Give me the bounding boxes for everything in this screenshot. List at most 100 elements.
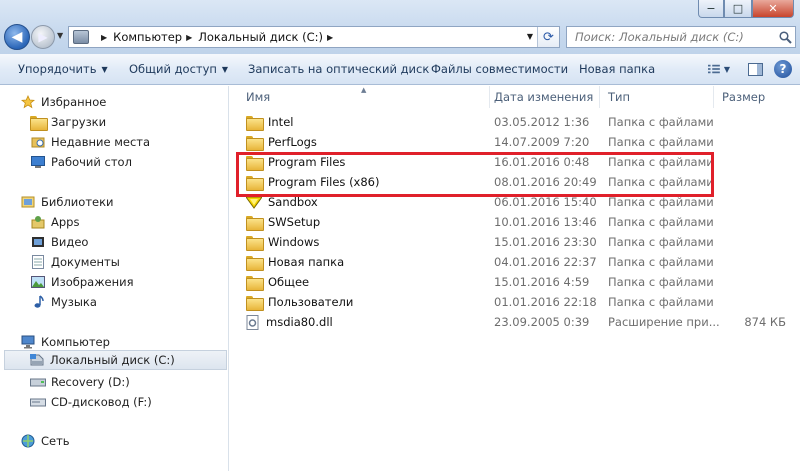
preview-pane-button[interactable]	[744, 58, 766, 80]
file-size	[722, 232, 786, 252]
share-button[interactable]: Общий доступ ▼	[129, 54, 228, 84]
file-date: 14.07.2009 7:20	[494, 135, 590, 149]
chevron-down-icon: ▼	[723, 64, 730, 74]
breadcrumb-computer[interactable]: Компьютер	[113, 30, 182, 44]
search-input[interactable]: Поиск: Локальный диск (C:)	[575, 30, 775, 44]
file-row[interactable]: PerfLogs 14.07.2009 7:20 Папка с файлами	[230, 132, 800, 152]
folder-icon	[246, 295, 264, 311]
file-row[interactable]: Общее 15.01.2016 4:59 Папка с файлами	[230, 272, 800, 292]
file-type: Папка с файлами	[608, 135, 714, 149]
dll-file-icon	[246, 314, 259, 330]
file-type: Папка с файлами	[608, 235, 714, 249]
minimize-button[interactable]: −	[698, 0, 724, 18]
folder-icon	[246, 135, 264, 151]
computer-icon	[20, 334, 36, 350]
file-name-cell: PerfLogs	[246, 132, 317, 152]
nav-desktop[interactable]: Рабочий стол	[30, 152, 132, 172]
nav-libraries[interactable]: Библиотеки	[20, 192, 114, 212]
local-disk-icon	[29, 352, 45, 368]
nav-recent-places[interactable]: Недавние места	[30, 132, 150, 152]
view-options-button[interactable]: ▼	[708, 58, 730, 80]
nav-computer[interactable]: Компьютер	[20, 332, 110, 352]
file-name: Общее	[268, 275, 310, 289]
burn-button[interactable]: Записать на оптический диск	[248, 54, 429, 84]
recent-pages-dropdown[interactable]: ▼	[57, 31, 63, 40]
nav-network[interactable]: Сеть	[20, 431, 70, 451]
nav-music-label: Музыка	[51, 295, 97, 309]
file-name: Пользователи	[268, 295, 354, 309]
nav-documents[interactable]: Документы	[30, 252, 120, 272]
folder-icon	[246, 215, 264, 231]
back-button[interactable]: ◀	[4, 24, 30, 50]
nav-apps-label: Apps	[51, 215, 80, 229]
file-name: Новая папка	[268, 255, 345, 269]
folder-icon	[246, 115, 264, 131]
file-name-cell: Новая папка	[246, 252, 344, 272]
drive-icon	[30, 374, 46, 390]
chevron-right-icon[interactable]: ▶	[327, 33, 333, 42]
star-icon	[20, 94, 36, 110]
file-size	[722, 172, 786, 192]
help-button[interactable]: ?	[772, 58, 794, 80]
video-icon	[30, 234, 46, 250]
chevron-right-icon[interactable]: ▶	[101, 33, 107, 42]
folder-icon	[246, 275, 264, 291]
search-icon[interactable]	[775, 30, 795, 44]
column-header-type[interactable]: Тип	[600, 86, 714, 108]
nav-local-disk[interactable]: Локальный диск (C:)	[4, 350, 227, 370]
nav-music[interactable]: Музыка	[30, 292, 97, 312]
nav-favorites[interactable]: Избранное	[20, 92, 106, 112]
chevron-down-icon: ▼	[101, 64, 108, 74]
file-name: PerfLogs	[268, 135, 317, 149]
file-row[interactable]: Новая папка 04.01.2016 22:37 Папка с файла…	[230, 252, 800, 272]
file-size	[722, 192, 786, 212]
nav-downloads[interactable]: Загрузки	[30, 112, 106, 132]
new-folder-label: Новая папка	[579, 62, 656, 76]
organize-button[interactable]: Упорядочить ▼	[18, 54, 108, 84]
documents-icon	[30, 254, 46, 270]
column-header-date[interactable]: Дата изменения	[486, 86, 600, 108]
new-folder-button[interactable]: Новая папка	[579, 54, 655, 84]
nav-apps[interactable]: Apps	[30, 212, 79, 232]
file-row[interactable]: msdia80.dll 23.09.2005 0:39 Расширение при…	[230, 312, 800, 332]
chevron-right-icon[interactable]: ▶	[186, 33, 192, 42]
forward-button[interactable]: ▶	[31, 25, 55, 49]
file-row[interactable]: SWSetup 10.01.2016 13:46 Папка с файлами	[230, 212, 800, 232]
nav-desktop-label: Рабочий стол	[51, 155, 132, 169]
file-size: 874 КБ	[744, 315, 786, 329]
file-name: msdia80.dll	[266, 315, 333, 329]
nav-computer-label: Компьютер	[41, 335, 110, 349]
file-date: 10.01.2016 13:46	[494, 215, 597, 229]
close-button[interactable]: ✕	[752, 0, 794, 18]
file-type: Папка с файлами	[608, 115, 714, 129]
address-dropdown-icon[interactable]: ▼	[527, 32, 533, 41]
file-row[interactable]: Пользователи 01.01.2016 22:18 Папка с файл…	[230, 292, 800, 312]
file-date: 23.09.2005 0:39	[494, 315, 590, 329]
burn-label: Записать на оптический диск	[248, 62, 430, 76]
nav-video[interactable]: Видео	[30, 232, 88, 252]
maximize-button[interactable]: □	[724, 0, 752, 18]
back-arrow-icon: ◀	[11, 29, 23, 45]
compat-files-button[interactable]: Файлы совместимости	[431, 54, 568, 84]
sandbox-folder-icon	[246, 196, 262, 209]
breadcrumb-local-disk[interactable]: Локальный диск (C:)	[198, 30, 323, 44]
nav-cd-drive[interactable]: CD-дисковод (F:)	[30, 392, 152, 412]
apps-icon	[30, 214, 46, 230]
file-row[interactable]: Intel 03.05.2012 1:36 Папка с файлами	[230, 112, 800, 132]
address-bar[interactable]: ▶ Компьютер ▶ Локальный диск (C:) ▶ ▼ ⟳	[68, 26, 560, 48]
refresh-button[interactable]: ⟳	[537, 27, 559, 47]
compat-label: Файлы совместимости	[431, 62, 569, 76]
nav-images[interactable]: Изображения	[30, 272, 134, 292]
window-controls: − □ ✕	[698, 0, 794, 18]
file-name-cell: Windows	[246, 232, 319, 252]
organize-label: Упорядочить	[18, 62, 97, 76]
file-name: Windows	[268, 235, 320, 249]
nav-recovery[interactable]: Recovery (D:)	[30, 372, 130, 392]
file-row[interactable]: Windows 15.01.2016 23:30 Папка с файлами	[230, 232, 800, 252]
search-box[interactable]: Поиск: Локальный диск (C:)	[566, 26, 796, 48]
computer-icon	[73, 30, 89, 44]
downloads-icon	[30, 114, 48, 131]
column-header-size[interactable]: Размер	[714, 86, 800, 108]
help-icon: ?	[774, 60, 792, 78]
file-size	[722, 112, 786, 132]
